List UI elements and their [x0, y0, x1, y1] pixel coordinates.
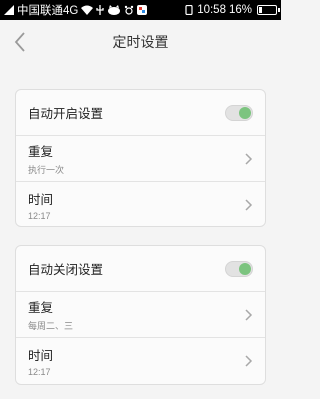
auto-off-repeat-row[interactable]: 重复 每周二、三	[16, 292, 265, 338]
status-bar-left: 中国联通4G	[4, 2, 148, 18]
status-bar-right: 10:58 16%	[184, 4, 280, 16]
auto-on-time-text: 时间 12:17	[28, 189, 53, 221]
battery-icon	[257, 5, 280, 15]
auto-off-repeat-text: 重复 每周二、三	[28, 297, 73, 332]
auto-on-toggle-row: 自动开启设置	[16, 90, 265, 136]
toggle-knob	[239, 106, 251, 119]
page-title: 定时设置	[112, 34, 169, 50]
chevron-right-icon	[245, 152, 253, 165]
auto-on-card: 自动开启设置 重复 执行一次 时间 12:17	[15, 89, 266, 227]
signal-icon	[4, 5, 14, 15]
vibrate-icon	[184, 5, 194, 15]
auto-on-time-row[interactable]: 时间 12:17	[16, 182, 265, 226]
status-time: 10:58	[197, 4, 226, 16]
chevron-right-icon	[245, 199, 253, 211]
auto-on-toggle[interactable]	[225, 104, 253, 121]
usb-icon	[96, 5, 104, 15]
auto-off-time-value: 12:17	[28, 367, 51, 377]
cat-icon	[107, 5, 121, 15]
battery-level	[259, 7, 262, 13]
auto-off-toggle-row: 自动关闭设置	[16, 246, 265, 292]
chevron-right-icon	[245, 308, 253, 321]
auto-off-label: 自动关闭设置	[28, 263, 104, 277]
auto-off-time-text: 时间 12:17	[28, 345, 53, 377]
auto-on-repeat-text: 重复 执行一次	[28, 141, 64, 176]
auto-on-time-label: 时间	[28, 193, 54, 207]
auto-off-toggle[interactable]	[225, 260, 253, 277]
title-bar: 定时设置	[0, 20, 281, 64]
auto-off-repeat-label: 重复	[28, 301, 54, 315]
wifi-icon	[81, 5, 94, 15]
auto-on-repeat-value: 执行一次	[28, 165, 65, 175]
paw-icon	[124, 5, 134, 15]
status-bar: 中国联通4G 10:58 16%	[0, 0, 281, 20]
auto-on-repeat-row[interactable]: 重复 执行一次	[16, 136, 265, 182]
auto-on-label: 自动开启设置	[28, 107, 104, 121]
back-button[interactable]	[6, 28, 34, 56]
auto-on-time-value: 12:17	[28, 211, 51, 221]
auto-off-time-row[interactable]: 时间 12:17	[16, 338, 265, 384]
toggle-knob	[239, 262, 251, 275]
carrier-label: 中国联通4G	[17, 5, 79, 17]
auto-off-card: 自动关闭设置 重复 每周二、三 时间 12:17	[15, 245, 266, 385]
auto-on-repeat-label: 重复	[28, 145, 54, 159]
chevron-left-icon	[14, 32, 25, 52]
auto-off-repeat-value: 每周二、三	[28, 321, 74, 331]
battery-percent: 16%	[228, 4, 252, 16]
app-notification-icon	[137, 5, 148, 15]
chevron-right-icon	[245, 355, 253, 367]
auto-off-time-label: 时间	[28, 349, 54, 363]
